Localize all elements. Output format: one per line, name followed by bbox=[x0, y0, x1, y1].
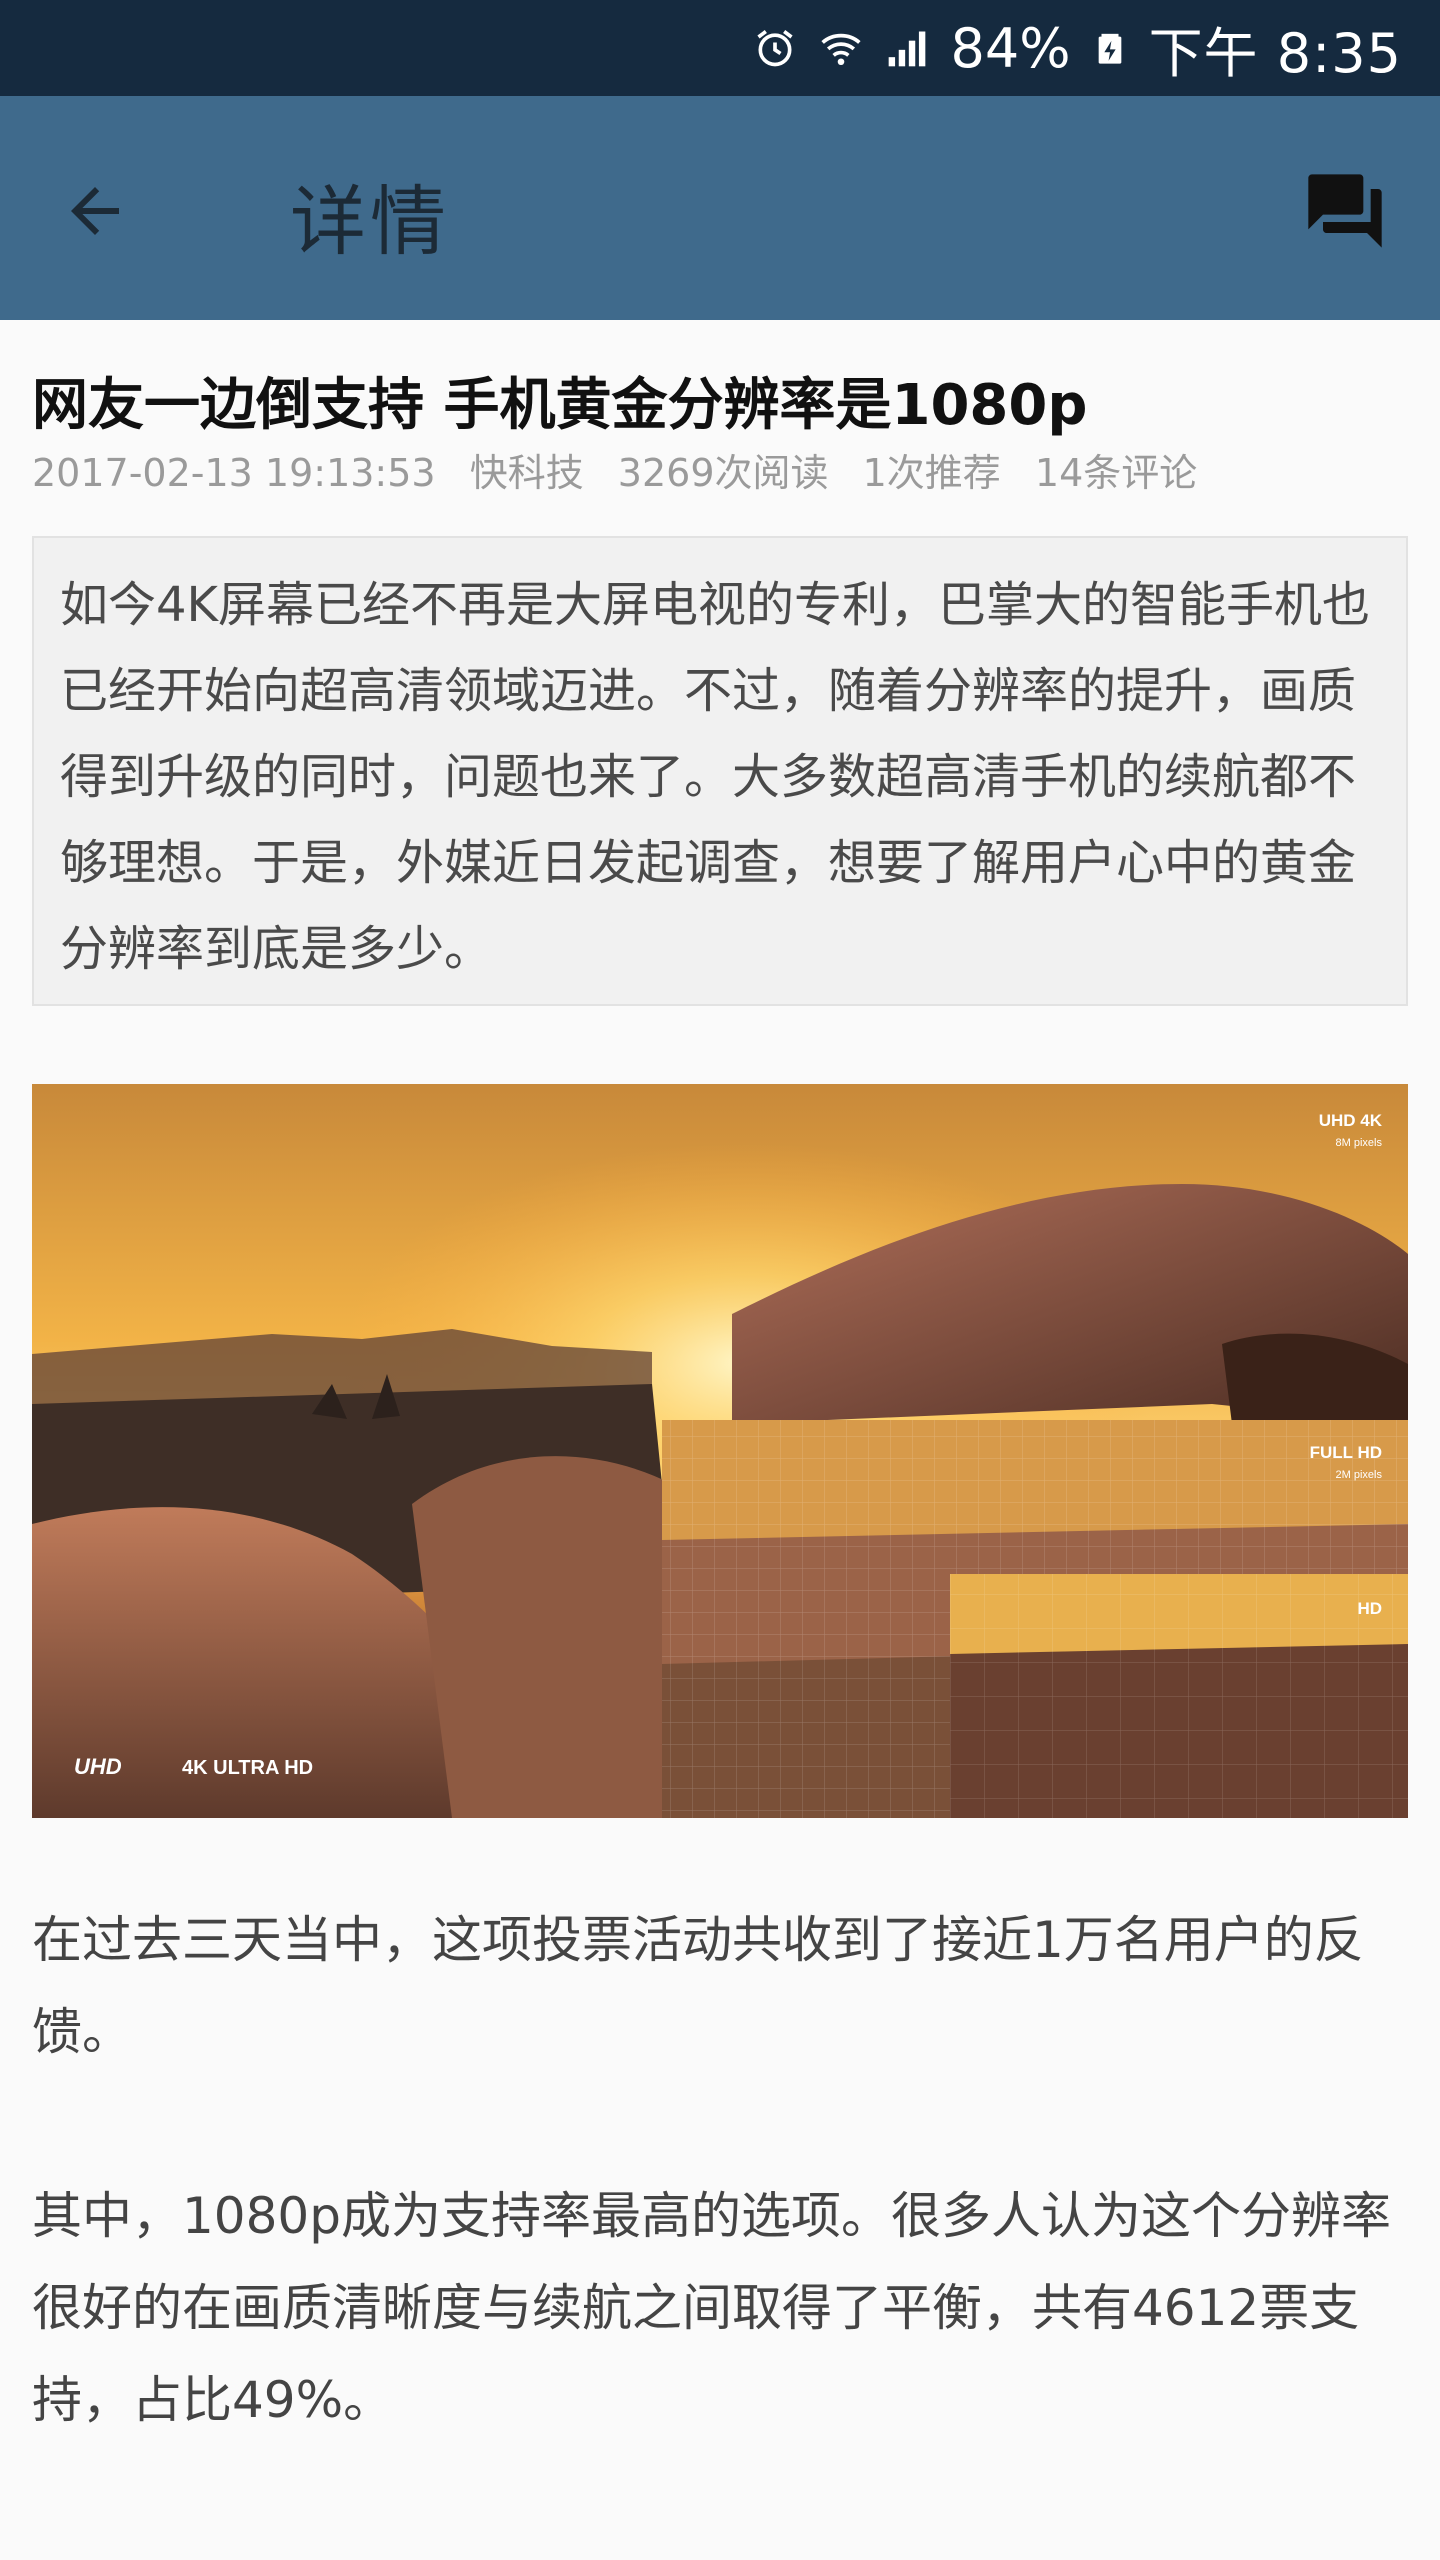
battery-percent: 84% bbox=[950, 16, 1071, 80]
meta-source[interactable]: 快科技 bbox=[470, 451, 584, 495]
app-bar: 详情 bbox=[0, 96, 1440, 320]
meta-datetime: 2017-02-13 19:13:53 bbox=[32, 451, 436, 495]
hd-inset bbox=[950, 1574, 1408, 1818]
clock: 下午 8:35 bbox=[1148, 21, 1402, 85]
meta-comments[interactable]: 14条评论 bbox=[1035, 451, 1197, 495]
article-paragraph: 其中，1080p成为支持率最高的选项。很多人认为这个分辨率很好的在画质清晰度与续… bbox=[32, 2187, 1391, 2429]
page-title: 详情 bbox=[290, 177, 450, 266]
alarm-icon bbox=[756, 30, 793, 67]
arrow-back-icon bbox=[71, 187, 119, 235]
back-button[interactable] bbox=[40, 156, 150, 266]
label-hd: HD bbox=[1357, 1599, 1382, 1618]
article-paragraph: 在过去三天当中，这项投票活动共收到了接近1万名用户的反馈。 bbox=[32, 1911, 1364, 2061]
logo-uhd: UHD bbox=[74, 1754, 122, 1779]
logo-4k-ultrahd: 4K ULTRA HD bbox=[182, 1757, 313, 1779]
meta-reads: 3269次阅读 bbox=[617, 451, 829, 495]
comments-button[interactable] bbox=[1290, 156, 1400, 266]
landscape-image: UHD 4K 8M pixels FULL HD 2M pixels HD UH… bbox=[32, 1084, 1408, 1818]
label-uhd-sub: 8M pixels bbox=[1336, 1137, 1383, 1149]
label-fullhd: FULL HD bbox=[1310, 1443, 1382, 1462]
battery-charging-icon bbox=[1098, 33, 1121, 64]
label-uhd: UHD 4K bbox=[1319, 1111, 1383, 1130]
article-summary: 如今4K屏幕已经不再是大屏电视的专利，巴掌大的智能手机也已经开始向超高清领域迈进… bbox=[32, 536, 1408, 1006]
wifi-icon bbox=[820, 33, 861, 66]
meta-recommends: 1次推荐 bbox=[862, 451, 1001, 495]
article-meta: 2017-02-13 19:13:53 快科技 3269次阅读 1次推荐 14条… bbox=[32, 442, 1412, 497]
article-image[interactable]: UHD 4K 8M pixels FULL HD 2M pixels HD UH… bbox=[32, 1084, 1408, 1818]
signal-icon bbox=[888, 31, 925, 67]
status-bar: 84% 下午 8:35 bbox=[0, 0, 1440, 96]
article-title: 网友一边倒支持 手机黄金分辨率是1080p bbox=[32, 373, 1088, 438]
forum-icon bbox=[1308, 174, 1382, 248]
label-fullhd-sub: 2M pixels bbox=[1336, 1469, 1383, 1481]
